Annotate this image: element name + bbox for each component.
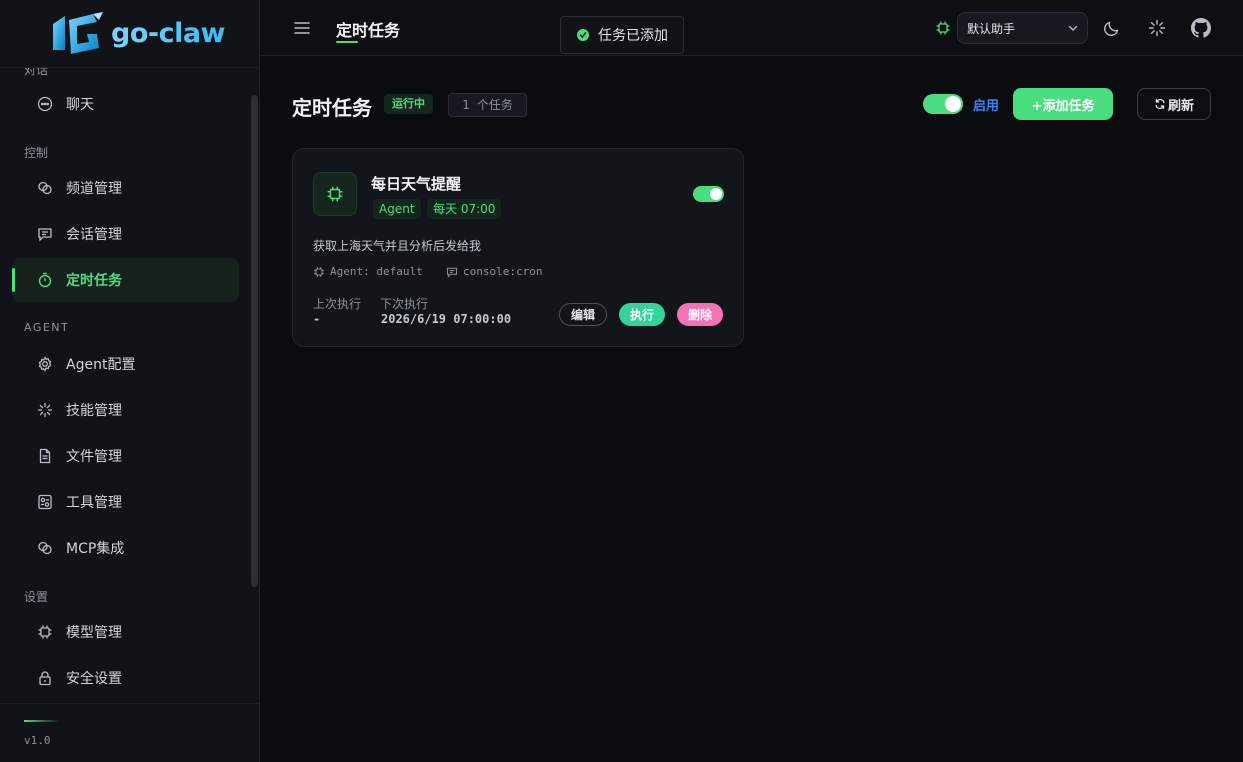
enable-label: 启用 — [973, 99, 1000, 114]
task-schedule-tag: 每天 07:00 — [427, 199, 502, 219]
success-toast: 任务已添加 — [560, 16, 684, 54]
moon-icon[interactable] — [1102, 18, 1122, 38]
sidebar-item-label: 频道管理 — [66, 181, 122, 197]
assistant-select[interactable]: 默认助手 — [957, 12, 1088, 44]
sidebar-item-label: MCP集成 — [66, 541, 125, 557]
task-count-badge: 1 个任务 — [448, 93, 527, 117]
loader-icon[interactable] — [1147, 18, 1167, 38]
chip-icon — [37, 624, 53, 640]
sidebar-item-cron[interactable]: 定时任务 — [12, 258, 239, 302]
sidebar-item-tools[interactable]: 工具管理 — [12, 480, 239, 524]
task-description: 获取上海天气并且分析后发给我 — [313, 239, 482, 253]
link-icon — [37, 540, 53, 556]
sidebar-item-skills[interactable]: 技能管理 — [12, 388, 239, 432]
chip-icon — [935, 20, 951, 36]
task-channel-meta: console:cron — [446, 265, 542, 278]
run-button[interactable]: 执行 — [619, 303, 665, 326]
sidebar-item-label: 文件管理 — [66, 449, 122, 465]
task-agent: Agent: default — [330, 265, 423, 278]
refresh-label: 刷新 — [1167, 98, 1194, 114]
chat-bubble-icon — [37, 96, 53, 112]
header-title-underline — [336, 41, 358, 43]
hamburger-menu-icon[interactable] — [292, 18, 312, 38]
sidebar-nav[interactable]: 对话 聊天 控制 频道管理 会话管理 定时任务 AGENT Agent配置 技能… — [0, 0, 259, 703]
refresh-button[interactable]: 刷新 — [1137, 88, 1211, 120]
file-icon — [37, 448, 53, 464]
sidebar-item-models[interactable]: 模型管理 — [12, 610, 239, 654]
toggle-knob — [945, 96, 961, 112]
sidebar-item-agent-config[interactable]: Agent配置 — [12, 342, 239, 386]
sidebar-item-label: 工具管理 — [66, 495, 122, 511]
footer-accent-line — [24, 720, 60, 722]
toggle-knob — [710, 188, 722, 200]
status-badge: 运行中 — [384, 94, 433, 114]
refresh-icon — [1154, 98, 1166, 110]
timer-icon — [37, 272, 53, 288]
check-circle-icon — [577, 29, 589, 41]
top-header: 定时任务 任务已添加 默认助手 — [260, 0, 1243, 56]
next-run-label: 下次执行 — [380, 297, 429, 311]
page-title: 定时任务 — [292, 96, 372, 120]
claw-logo-icon — [53, 11, 103, 54]
section-title-control: 控制 — [24, 146, 49, 160]
chip-icon — [313, 172, 357, 216]
sidebar-item-label: 安全设置 — [66, 671, 122, 687]
gear-icon — [37, 356, 53, 372]
sidebar: 对话 聊天 控制 频道管理 会话管理 定时任务 AGENT Agent配置 技能… — [0, 0, 260, 762]
message-square-icon — [446, 266, 458, 278]
task-channel: console:cron — [463, 265, 543, 278]
toast-message: 任务已添加 — [598, 28, 668, 44]
header-title: 定时任务 — [336, 21, 401, 40]
sidebar-item-label: Agent配置 — [66, 357, 136, 373]
app-root: 对话 聊天 控制 频道管理 会话管理 定时任务 AGENT Agent配置 技能… — [0, 0, 1243, 762]
lock-icon — [37, 670, 53, 686]
task-name: 每日天气提醒 — [371, 175, 462, 193]
github-icon[interactable] — [1191, 18, 1211, 38]
chevron-down-icon — [1067, 22, 1079, 34]
sidebar-item-sessions[interactable]: 会话管理 — [12, 212, 239, 256]
section-title-agent: AGENT — [24, 321, 70, 334]
sidebar-scrollbar[interactable] — [251, 95, 258, 587]
sidebar-item-security[interactable]: 安全设置 — [12, 656, 239, 700]
last-run-label: 上次执行 — [313, 297, 362, 311]
task-type-tag: Agent — [373, 199, 421, 219]
chip-icon — [313, 266, 325, 278]
edit-button[interactable]: 编辑 — [559, 303, 607, 326]
sidebar-item-label: 聊天 — [66, 97, 94, 113]
sidebar-item-mcp[interactable]: MCP集成 — [12, 526, 239, 570]
sidebar-item-label: 技能管理 — [66, 403, 122, 419]
add-task-button[interactable]: +添加任务 — [1013, 88, 1113, 120]
assistant-select-value: 默认助手 — [967, 21, 1016, 36]
sidebar-item-label: 模型管理 — [66, 625, 122, 641]
sidebar-item-files[interactable]: 文件管理 — [12, 434, 239, 478]
sidebar-item-label: 定时任务 — [66, 273, 122, 289]
next-run-value: 2026/6/19 07:00:00 — [381, 312, 512, 326]
brand-name: go-claw — [111, 18, 226, 49]
sidebar-footer: v1.0 — [0, 703, 259, 762]
task-agent-meta: Agent: default — [313, 265, 423, 278]
global-enable-toggle[interactable] — [923, 94, 963, 114]
section-title-settings: 设置 — [24, 590, 49, 604]
wrench-card-icon — [37, 494, 53, 510]
loader-icon — [37, 402, 53, 418]
delete-button[interactable]: 删除 — [677, 303, 723, 326]
brand-logo[interactable]: go-claw — [0, 0, 259, 68]
task-enable-toggle[interactable] — [693, 186, 724, 202]
last-run-value: - — [313, 312, 321, 326]
version-label: v1.0 — [24, 734, 51, 747]
sidebar-item-chat[interactable]: 聊天 — [12, 82, 239, 126]
sidebar-item-channels[interactable]: 频道管理 — [12, 166, 239, 210]
sidebar-item-label: 会话管理 — [66, 227, 122, 243]
message-square-icon — [37, 226, 53, 242]
task-card: 每日天气提醒 Agent 每天 07:00 获取上海天气并且分析后发给我 Age… — [292, 148, 744, 347]
link-icon — [37, 180, 53, 196]
